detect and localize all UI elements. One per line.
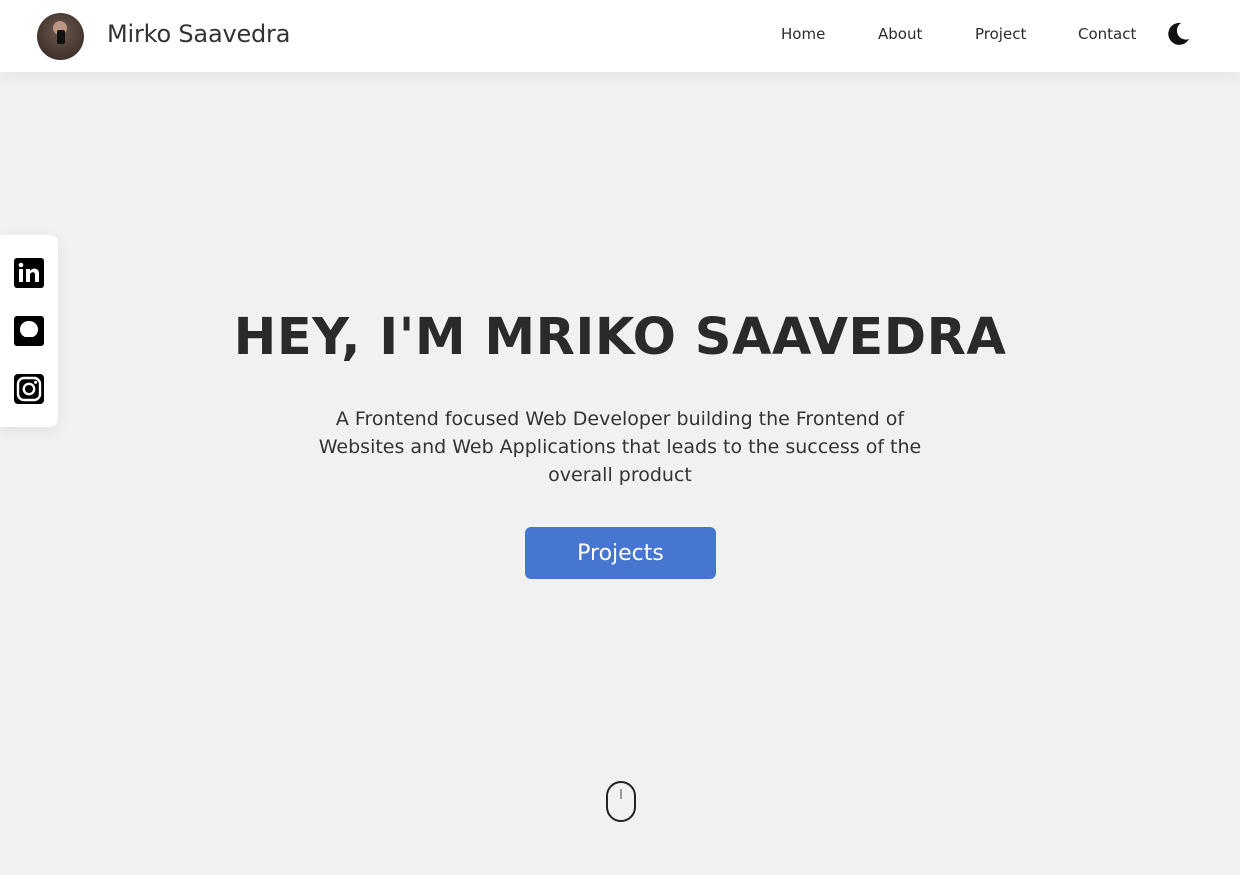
nav-contact[interactable]: Contact	[1078, 25, 1136, 43]
nav-about[interactable]: About	[878, 25, 922, 43]
linkedin-icon[interactable]	[14, 258, 44, 288]
nav-project[interactable]: Project	[975, 25, 1026, 43]
avatar[interactable]	[37, 13, 84, 60]
instagram-icon[interactable]	[14, 374, 44, 404]
projects-button[interactable]: Projects	[525, 527, 716, 579]
nav-home[interactable]: Home	[781, 25, 825, 43]
moon-icon[interactable]	[1165, 21, 1191, 47]
brand-name[interactable]: Mirko Saavedra	[107, 20, 290, 48]
hero-title: HEY, I'M MRIKO SAAVEDRA	[233, 308, 1007, 367]
mouse-scroll-icon[interactable]	[606, 781, 636, 822]
hero-subtitle: A Frontend focused Web Developer buildin…	[318, 408, 922, 486]
mouse-wheel	[620, 789, 622, 799]
avatar-phone	[57, 30, 65, 44]
top-navbar: Mirko Saavedra Home About Project Contac…	[0, 0, 1240, 72]
